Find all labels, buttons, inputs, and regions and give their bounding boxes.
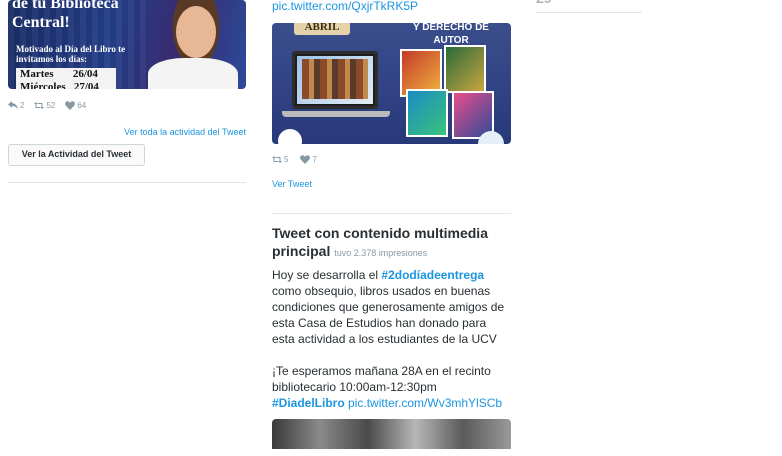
tweet-intro: Hoy se desarrolla el: [272, 268, 382, 282]
tweet-pic-link[interactable]: pic.twitter.com/QxjrTkRK5P: [272, 0, 511, 13]
tweet-media-image[interactable]: ABRIL Y DERECHO DE AUTOR: [272, 23, 511, 144]
retweet-count[interactable]: 5: [272, 155, 288, 164]
image-logo-left: [278, 129, 302, 144]
tweet-media-image[interactable]: [272, 419, 511, 449]
tweet-media-image[interactable]: de tu Biblioteca Central! Motivado al Dí…: [8, 0, 246, 89]
heart-icon: [65, 101, 76, 110]
like-count-value: 64: [77, 101, 87, 110]
tweet-body: como obsequio, libros usados en buenas c…: [272, 284, 505, 346]
middle-tweet-column: pic.twitter.com/QxjrTkRK5P ABRIL Y DEREC…: [272, 0, 511, 449]
tweet-stats: 5 7: [272, 155, 511, 164]
retweet-icon: [272, 156, 282, 163]
retweet-icon: [34, 102, 45, 109]
image-title: Y DERECHO DE AUTOR: [413, 23, 489, 46]
view-all-activity-link[interactable]: Ver toda la actividad del Tweet: [8, 127, 246, 137]
image-logo-right: [478, 131, 504, 144]
view-activity-button[interactable]: Ver la Actividad del Tweet: [8, 144, 145, 166]
tweet-paragraph-2: ¡Te esperamos mañana 28A en el recinto b…: [272, 363, 511, 411]
image-headline: de tu Biblioteca Central!: [12, 0, 119, 31]
tweet-paragraph-1: Hoy se desarrolla el #2dodíadeentrega co…: [272, 267, 511, 347]
reply-icon: [8, 101, 18, 110]
section-title: Tweet con contenido multimedia principal…: [272, 224, 511, 262]
reply-count[interactable]: 2: [8, 101, 24, 110]
view-tweet-link[interactable]: Ver Tweet: [272, 179, 511, 189]
tweet-line2: ¡Te esperamos mañana 28A en el recinto b…: [272, 364, 491, 394]
middle-divider: [272, 213, 511, 214]
image-date-1: Martes 26/04: [20, 68, 98, 80]
image-person-shirt: [148, 58, 238, 89]
right-column: 29: [536, 0, 642, 13]
image-books: [302, 59, 368, 99]
tweet-text: Hoy se desarrolla el #2dodíadeentrega co…: [272, 267, 511, 411]
retweet-count-value: 52: [46, 101, 56, 110]
left-divider: [8, 182, 246, 183]
heart-icon: [300, 155, 311, 164]
like-count[interactable]: 7: [300, 155, 317, 164]
image-subtitle: Motivado al Día del Libro te invitamos l…: [16, 44, 126, 64]
like-count[interactable]: 64: [65, 101, 86, 110]
hashtag-link[interactable]: #2dodíadeentrega: [381, 268, 484, 282]
tweet-pic-link[interactable]: pic.twitter.com/Wv3mhYlSCb: [348, 396, 502, 410]
reply-count-value: 2: [20, 101, 25, 110]
like-count-value: 7: [312, 155, 317, 164]
right-divider: [536, 12, 642, 13]
tweet-stats: 2 52 64: [8, 101, 246, 110]
top-number: 29: [536, 0, 642, 4]
image-book-cover-3: [406, 89, 448, 137]
retweet-count-value: 5: [284, 155, 289, 164]
image-book-cover-2: [444, 45, 486, 93]
left-tweet-column: de tu Biblioteca Central! Motivado al Dí…: [8, 0, 246, 183]
image-dates: Martes 26/04 Miércoles 27/04: [16, 68, 116, 89]
image-banner: ABRIL: [294, 23, 350, 35]
retweet-count[interactable]: 52: [34, 101, 55, 110]
image-date-2: Miércoles 27/04: [20, 81, 99, 89]
image-person-face: [176, 6, 216, 58]
hashtag-link[interactable]: #DiadelLibro: [272, 396, 345, 410]
image-laptop-base: [282, 111, 390, 117]
impressions-count: tuvo 2.378 impresiones: [334, 248, 428, 258]
